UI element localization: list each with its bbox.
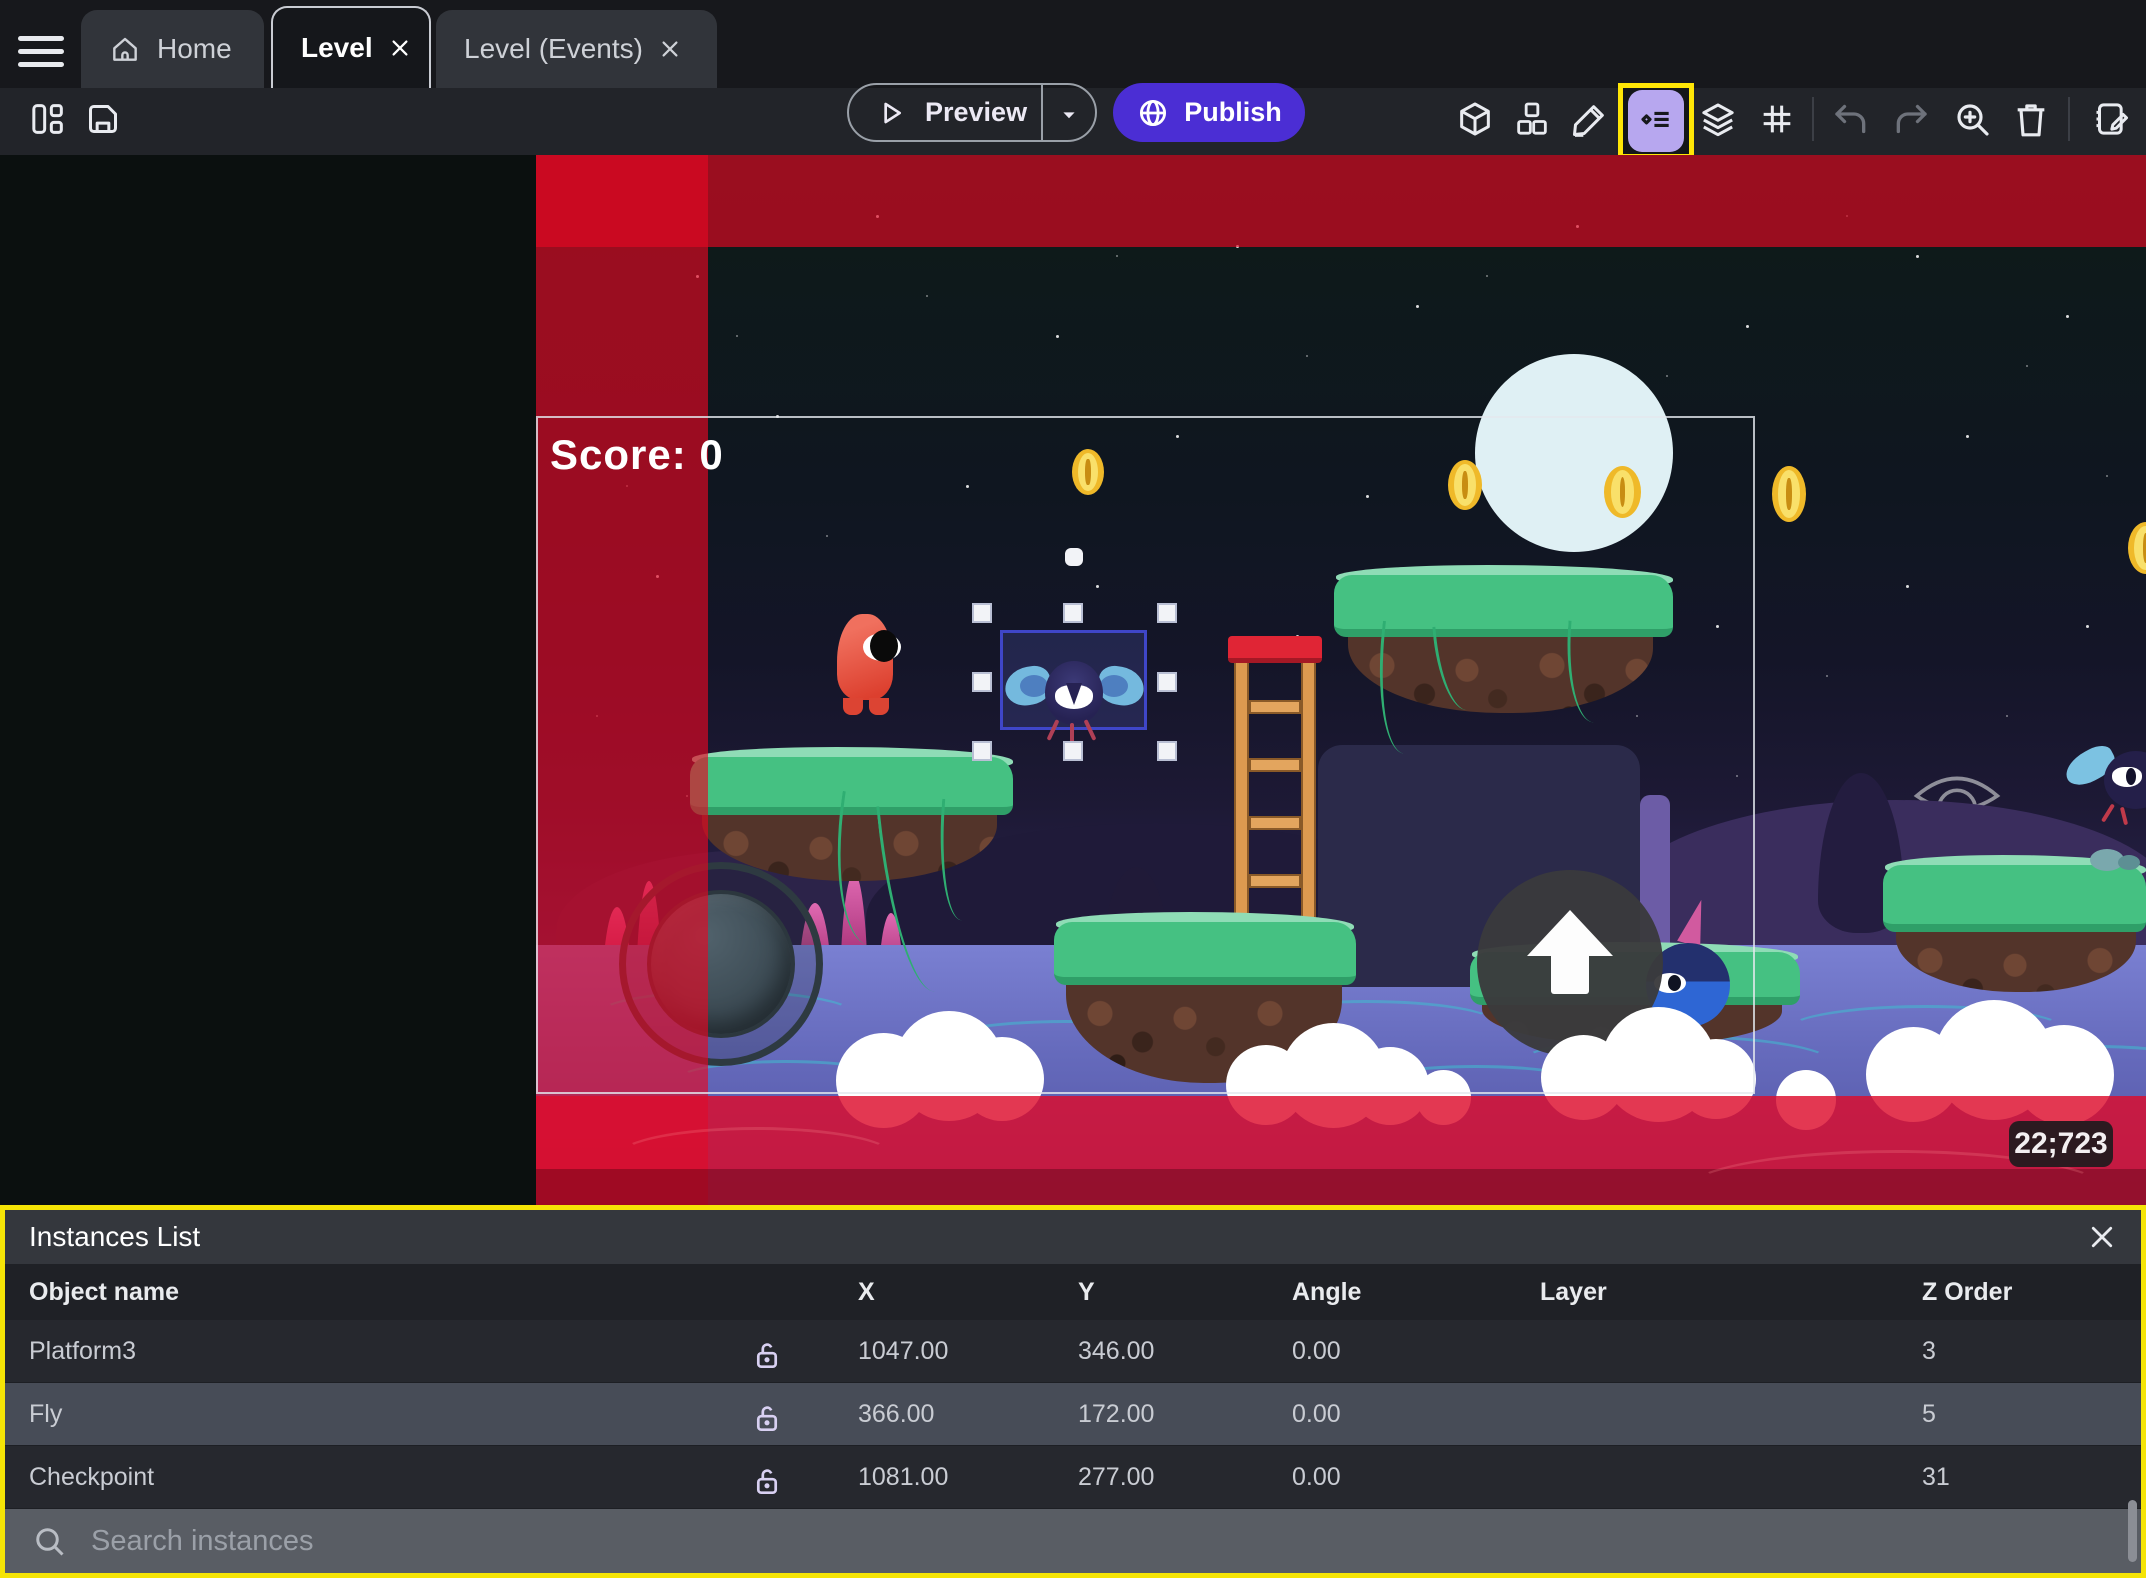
tab-level[interactable]: Level: [271, 6, 431, 88]
resize-handle-n[interactable]: [1063, 603, 1083, 623]
lock-open-icon[interactable]: [749, 1400, 785, 1443]
redo-icon[interactable]: [1888, 97, 1932, 141]
tab-level-label: Level: [301, 32, 373, 63]
leg: [2119, 806, 2129, 826]
level-scene: Score: 0 22;723: [536, 155, 2146, 1205]
cell-x: 366.00: [858, 1400, 935, 1428]
table-row-selected[interactable]: Fly 366.00 172.00 0.00 5: [5, 1383, 2141, 1446]
preview-label: Preview: [925, 97, 1028, 127]
game-window-frame: [536, 416, 1755, 1094]
lock-open-icon[interactable]: [749, 1463, 785, 1506]
cell-y: 172.00: [1078, 1400, 1155, 1428]
cell-object-name: Platform3: [29, 1337, 136, 1365]
cell-angle: 0.00: [1292, 1337, 1341, 1365]
resize-handle-se[interactable]: [1157, 741, 1177, 761]
close-icon[interactable]: [659, 38, 681, 60]
resize-handle-e[interactable]: [1157, 672, 1177, 692]
scene-editor-canvas[interactable]: Score: 0 22;723: [0, 155, 2146, 1205]
objects-group-icon[interactable]: [1510, 97, 1554, 141]
column-object-name: Object name: [29, 1278, 180, 1306]
trash-icon[interactable]: [2009, 97, 2053, 141]
resize-handle-s[interactable]: [1063, 741, 1083, 761]
play-icon: [875, 97, 907, 129]
column-layer: Layer: [1540, 1278, 1607, 1306]
scrollbar-thumb[interactable]: [2128, 1500, 2137, 1562]
table-header-row: Object name X Y Angle Layer Z Order: [5, 1264, 2141, 1320]
cell-object-name: Fly: [29, 1400, 63, 1428]
tab-home-label: Home: [157, 33, 232, 64]
rock: [2118, 855, 2140, 870]
pupil: [2126, 768, 2136, 785]
instances-list-highlight: [1618, 83, 1694, 159]
globe-icon: [1140, 99, 1167, 126]
tab-level-events-label: Level (Events): [464, 33, 643, 64]
wing-inner: [1100, 675, 1128, 697]
panel-titlebar: Instances List: [5, 1210, 2141, 1264]
cursor-coordinates-badge: 22;723: [2009, 1121, 2113, 1167]
coin-instance[interactable]: [2128, 522, 2146, 574]
search-bar: [5, 1509, 2141, 1573]
close-icon[interactable]: [389, 37, 411, 59]
divider: [1812, 97, 1814, 141]
rotation-handle[interactable]: [1065, 548, 1083, 566]
search-icon: [36, 1528, 64, 1556]
object-cube-icon[interactable]: [1453, 97, 1497, 141]
resize-handle-w[interactable]: [972, 672, 992, 692]
cell-y: 346.00: [1078, 1337, 1155, 1365]
cell-x: 1047.00: [858, 1337, 949, 1365]
publish-button[interactable]: Publish: [1113, 83, 1305, 142]
divider: [2068, 97, 2070, 141]
top-tab-bar: Home Level Level (Events): [0, 0, 2146, 88]
resize-handle-ne[interactable]: [1157, 603, 1177, 623]
tab-home[interactable]: Home: [81, 10, 264, 88]
preview-options-caret-icon[interactable]: [1055, 101, 1083, 134]
save-icon[interactable]: [81, 97, 125, 141]
resize-handle-sw[interactable]: [972, 741, 992, 761]
main-menu-icon[interactable]: [18, 36, 64, 68]
column-z-order: Z Order: [1922, 1278, 2013, 1306]
resize-handle-nw[interactable]: [972, 603, 992, 623]
zoom-in-icon[interactable]: [1950, 97, 1994, 141]
cell-z-order: 5: [1922, 1400, 1936, 1428]
cell-y: 277.00: [1078, 1463, 1155, 1491]
edit-scene-properties-icon[interactable]: [2090, 97, 2134, 141]
instances-list-panel: Instances List Object name X Y Angle Lay…: [0, 1205, 2146, 1578]
column-angle: Angle: [1292, 1278, 1362, 1306]
publish-label: Publish: [1184, 97, 1282, 127]
table-row[interactable]: Platform3 1047.00 346.00 0.00 3: [5, 1320, 2141, 1383]
column-y: Y: [1078, 1278, 1095, 1306]
out-of-bounds-top-overlay: [536, 155, 2146, 247]
coin-instance[interactable]: [1772, 466, 1806, 522]
cell-angle: 0.00: [1292, 1463, 1341, 1491]
layout-panels-icon[interactable]: [26, 97, 70, 141]
leg: [2101, 803, 2115, 823]
cell-angle: 0.00: [1292, 1400, 1341, 1428]
cell-z-order: 3: [1922, 1337, 1936, 1365]
gdevelop-editor-window: Home Level Level (Events) Preview Publis…: [0, 0, 2146, 1578]
lock-open-icon[interactable]: [749, 1337, 785, 1380]
preview-button[interactable]: Preview: [847, 83, 1097, 142]
ground-contour: [616, 1127, 896, 1187]
instances-list-icon[interactable]: [1628, 90, 1684, 152]
undo-icon[interactable]: [1830, 97, 1874, 141]
cell-x: 1081.00: [858, 1463, 949, 1491]
divider: [1041, 85, 1043, 140]
search-input[interactable]: [89, 1523, 989, 1559]
cell-object-name: Checkpoint: [29, 1463, 155, 1491]
panel-title: Instances List: [29, 1221, 201, 1252]
tab-level-events[interactable]: Level (Events): [436, 10, 717, 88]
column-x: X: [858, 1278, 875, 1306]
cell-z-order: 31: [1922, 1463, 1950, 1491]
layers-icon[interactable]: [1696, 97, 1740, 141]
grid-icon[interactable]: [1755, 97, 1799, 141]
wing-inner: [1020, 675, 1048, 697]
home-icon: [113, 37, 137, 61]
close-icon[interactable]: [2087, 1222, 2117, 1252]
edit-pen-icon[interactable]: [1568, 97, 1612, 141]
eye-notch: [1066, 683, 1082, 705]
table-row[interactable]: Checkpoint 1081.00 277.00 0.00 31: [5, 1446, 2141, 1509]
